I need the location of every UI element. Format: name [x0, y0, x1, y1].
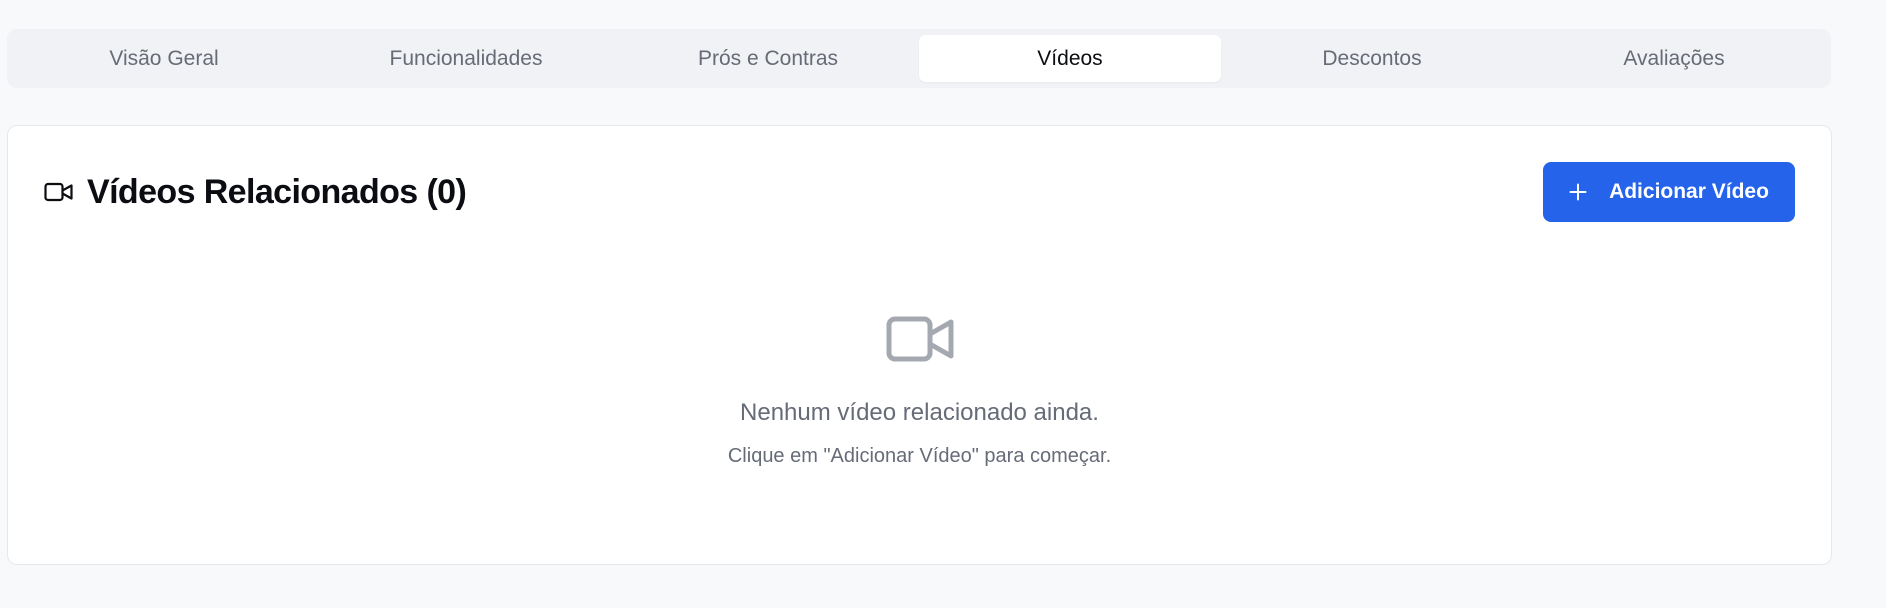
empty-state: Nenhum vídeo relacionado ainda. Clique e…	[8, 316, 1831, 468]
add-video-button[interactable]: Adicionar Vídeo	[1543, 162, 1795, 222]
tab-videos[interactable]: Vídeos	[919, 35, 1221, 82]
video-camera-icon	[44, 182, 74, 202]
related-videos-card: Vídeos Relacionados (0) Adicionar Vídeo …	[7, 125, 1832, 565]
plus-icon	[1569, 183, 1587, 201]
card-header: Vídeos Relacionados (0) Adicionar Vídeo	[44, 162, 1795, 222]
tab-descontos[interactable]: Descontos	[1221, 35, 1523, 82]
tab-funcionalidades[interactable]: Funcionalidades	[315, 35, 617, 82]
empty-state-hint: Clique em "Adicionar Vídeo" para começar…	[727, 445, 1112, 467]
tab-bar: Visão Geral Funcionalidades Prós e Contr…	[7, 29, 1831, 88]
add-video-label: Adicionar Vídeo	[1609, 180, 1769, 203]
section-title: Vídeos Relacionados (0)	[87, 172, 467, 211]
tab-avaliacoes[interactable]: Avaliações	[1523, 35, 1825, 82]
section-title-group: Vídeos Relacionados (0)	[44, 172, 467, 212]
tab-visao-geral[interactable]: Visão Geral	[13, 35, 315, 82]
tab-pros-e-contras[interactable]: Prós e Contras	[617, 35, 919, 82]
video-camera-icon	[886, 316, 954, 362]
empty-state-message: Nenhum vídeo relacionado ainda.	[740, 399, 1099, 426]
